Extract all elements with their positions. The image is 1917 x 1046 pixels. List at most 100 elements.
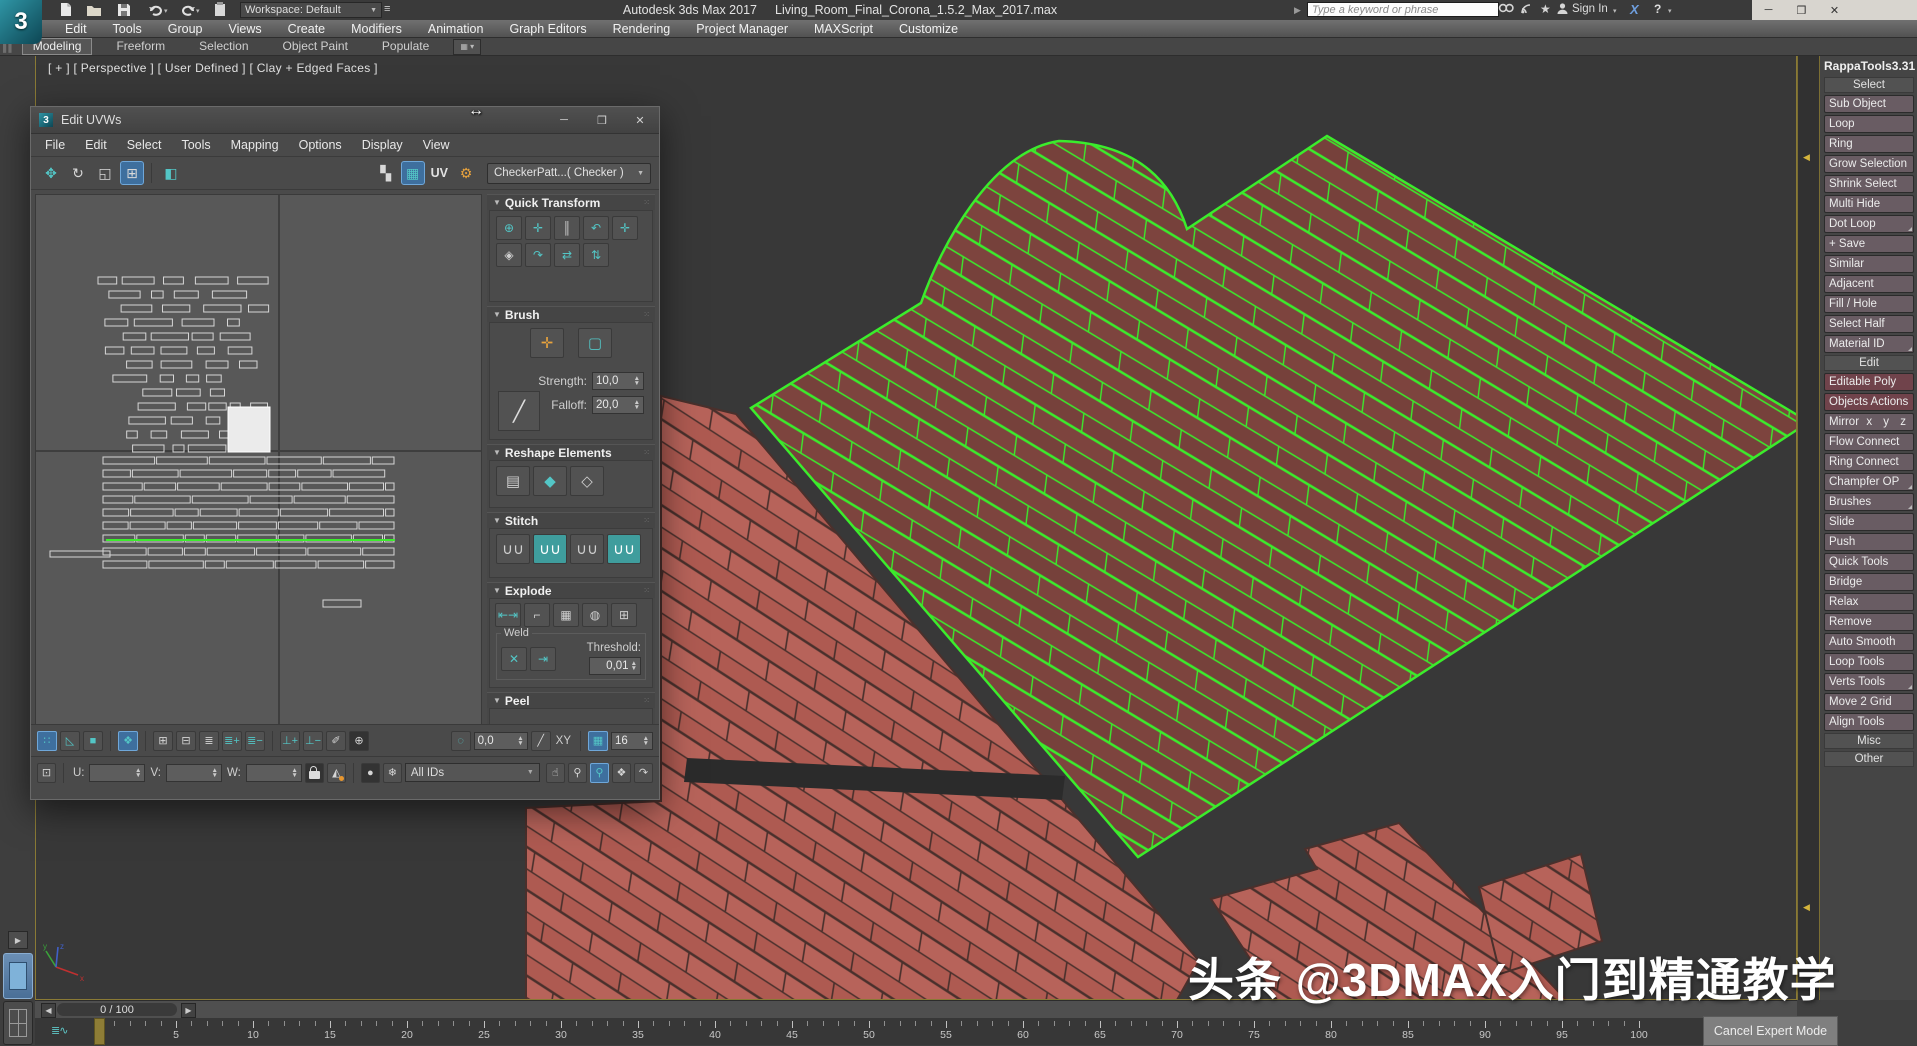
stitch-to-source-icon[interactable]: ∪∪: [570, 534, 604, 564]
rappatools-button-remove[interactable]: Remove: [1824, 613, 1914, 631]
paint-select-options-icon[interactable]: ⊕: [349, 731, 369, 751]
rappatools-button-ring-connect[interactable]: Ring Connect: [1824, 453, 1914, 471]
ribbon-tab-object-paint[interactable]: Object Paint: [273, 39, 358, 54]
weld-selected-icon[interactable]: ⇥: [530, 647, 556, 671]
rappatools-button-push[interactable]: Push: [1824, 533, 1914, 551]
align-vertical-icon[interactable]: ✛: [612, 216, 638, 240]
undo-dropdown-caret[interactable]: ▾: [164, 7, 168, 15]
edge-mode-icon[interactable]: ◺: [60, 731, 80, 751]
uvw-menu-mapping[interactable]: Mapping: [221, 138, 289, 152]
menu-edit[interactable]: Edit: [52, 22, 100, 36]
soft-selection-value[interactable]: 0,0▲▼: [474, 732, 528, 750]
rappatools-button-mirror[interactable]: Mirrorx y z: [1824, 413, 1914, 431]
rollout-reshape-elements[interactable]: ▼ Reshape Elements ⁙: [487, 444, 655, 460]
menu-maxscript[interactable]: MAXScript: [801, 22, 886, 36]
rappatools-button-slide[interactable]: Slide: [1824, 513, 1914, 531]
menu-rendering[interactable]: Rendering: [600, 22, 684, 36]
rollout-grip-icon[interactable]: ⁙: [643, 198, 651, 207]
uvw-menu-display[interactable]: Display: [352, 138, 413, 152]
close-button[interactable]: ✕: [1818, 0, 1851, 20]
stitch-custom-icon[interactable]: ∪∪: [496, 534, 530, 564]
flatten-by-material-icon[interactable]: ◍: [582, 603, 608, 627]
restore-button[interactable]: ❒: [1785, 0, 1818, 20]
stitch-to-average-icon[interactable]: ∪∪: [607, 534, 641, 564]
flatten-by-smoothing-icon[interactable]: ▦: [553, 603, 579, 627]
rappatools-section-edit[interactable]: Edit: [1824, 355, 1914, 371]
rappatools-button-align-tools[interactable]: Align Tools: [1824, 713, 1914, 731]
uvw-menu-file[interactable]: File: [35, 138, 75, 152]
rappatools-button-multi-hide[interactable]: Multi Hide: [1824, 195, 1914, 213]
search-icon[interactable]: [1498, 2, 1514, 17]
vertex-mode-icon[interactable]: ∷: [37, 731, 57, 751]
move-tool[interactable]: ✥: [39, 161, 63, 185]
uvw-maximize-button[interactable]: ❒: [583, 107, 621, 133]
hide-selected-icon[interactable]: ●: [361, 763, 380, 783]
spinner-arrows-icon[interactable]: ▲▼: [634, 376, 640, 386]
layout-single-view-button[interactable]: [3, 953, 33, 999]
search-input[interactable]: [1307, 2, 1499, 17]
uv-edit-canvas[interactable]: [35, 194, 482, 732]
show-map-toggle[interactable]: ▦: [401, 161, 425, 185]
search-history-arrow-icon[interactable]: ▶: [1294, 5, 1301, 16]
w-value[interactable]: ▲▼: [246, 764, 302, 782]
rappatools-button-select-half[interactable]: Select Half: [1824, 315, 1914, 333]
sign-in-button[interactable]: Sign In: [1572, 3, 1608, 15]
panel-divider[interactable]: ◀ ◀: [1797, 55, 1820, 1045]
rappatools-button-similar[interactable]: Similar: [1824, 255, 1914, 273]
spinner-arrows-icon[interactable]: ▲▼: [135, 768, 141, 778]
rotate-cw-icon[interactable]: ↷: [525, 243, 551, 267]
relax-element-icon[interactable]: ◆: [533, 466, 567, 496]
soft-selection-toggle-icon[interactable]: ◌: [451, 731, 471, 751]
rappatools-button-fill-hole[interactable]: Fill / Hole: [1824, 295, 1914, 313]
rappatools-button-adjacent[interactable]: Adjacent: [1824, 275, 1914, 293]
workspace-dropdown[interactable]: Workspace: Default▼: [240, 2, 382, 18]
spinner-arrows-icon[interactable]: ▲▼: [631, 661, 637, 671]
freeform-mode-button[interactable]: ⊞: [120, 161, 144, 185]
time-slider-value[interactable]: 0 / 100: [57, 1003, 177, 1016]
sign-in-user-icon[interactable]: [1556, 2, 1569, 18]
menu-group[interactable]: Group: [155, 22, 216, 36]
edit-uvws-window[interactable]: 3 Edit UVWs ─ ❒ ✕ FileEditSelectToolsMap…: [30, 106, 660, 800]
straighten-selection-icon[interactable]: ║: [554, 216, 580, 240]
menu-tools[interactable]: Tools: [100, 22, 155, 36]
rappatools-section-select[interactable]: Select: [1824, 77, 1914, 93]
rollout-grip-icon[interactable]: ⁙: [643, 516, 651, 525]
falloff-linear-icon[interactable]: ╱: [531, 731, 551, 751]
redo-button[interactable]: [178, 1, 198, 18]
next-frame-button[interactable]: ▶: [181, 1003, 196, 1018]
spinner-arrows-icon[interactable]: ▲▼: [212, 768, 218, 778]
previous-frame-button[interactable]: ◀: [41, 1003, 56, 1018]
sign-in-caret-icon[interactable]: ▾: [1613, 7, 1617, 15]
project-toolbar-icon[interactable]: [210, 1, 230, 18]
freeze-selected-icon[interactable]: ❄: [383, 763, 402, 783]
rotate-ccw-icon[interactable]: ↶: [583, 216, 609, 240]
application-menu-button[interactable]: 3: [0, 0, 42, 44]
zoom-tool-icon[interactable]: ⚲: [568, 763, 587, 783]
mini-curve-editor-icon[interactable]: ≣∿: [51, 1024, 67, 1037]
help-caret-icon[interactable]: ▾: [1668, 7, 1672, 15]
rappatools-button-objects-actions[interactable]: Objects Actions: [1824, 393, 1914, 411]
pan-tool-icon[interactable]: ☝: [546, 763, 565, 783]
menu-modifiers[interactable]: Modifiers: [338, 22, 415, 36]
loop-shrink-icon[interactable]: ≣−: [245, 731, 265, 751]
uvw-menu-view[interactable]: View: [413, 138, 460, 152]
uvw-menu-options[interactable]: Options: [289, 138, 352, 152]
rappatools-button-loop[interactable]: Loop: [1824, 115, 1914, 133]
rappatools-section-misc[interactable]: Misc: [1824, 733, 1914, 749]
menu-project-manager[interactable]: Project Manager: [683, 22, 801, 36]
ribbon-tab-freeform[interactable]: Freeform: [106, 39, 175, 54]
rappatools-button-ring[interactable]: Ring: [1824, 135, 1914, 153]
rappatools-button-grow-selection[interactable]: Grow Selection: [1824, 155, 1914, 173]
rappatools-button-relax[interactable]: Relax: [1824, 593, 1914, 611]
uvw-menu-edit[interactable]: Edit: [75, 138, 117, 152]
flatten-custom-icon[interactable]: ⊞: [611, 603, 637, 627]
uvw-menu-tools[interactable]: Tools: [171, 138, 220, 152]
rappatools-button-dot-loop[interactable]: Dot Loop: [1824, 215, 1914, 233]
ribbon-config-button[interactable]: ▦ ▾: [453, 39, 481, 55]
favorites-star-icon[interactable]: ★: [1540, 2, 1551, 16]
spinner-arrows-icon[interactable]: ▲▼: [517, 736, 523, 746]
divider-collapse-arrow-icon[interactable]: ◀: [1803, 902, 1810, 913]
mirror-tool[interactable]: ◧: [159, 161, 183, 185]
menu-animation[interactable]: Animation: [415, 22, 497, 36]
polygon-mode-icon[interactable]: ■: [83, 731, 103, 751]
